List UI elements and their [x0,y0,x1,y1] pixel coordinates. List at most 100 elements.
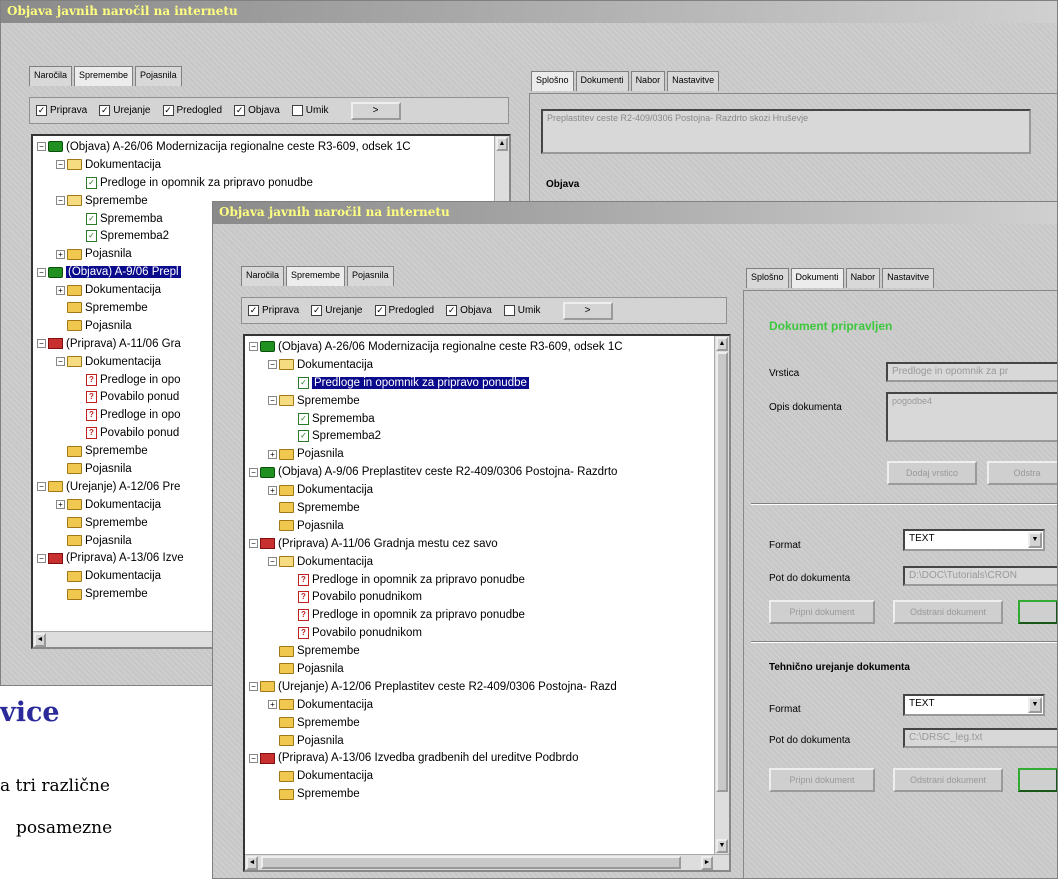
checkbox-urejanje-box[interactable]: ✓ [99,105,111,116]
tree-node[interactable]: Pojasnila [249,732,623,750]
tab-splosno[interactable]: Splošno [746,268,789,288]
scroll-right-arrow[interactable]: ► [701,856,713,870]
tree-node[interactable]: ✓ Predloge in opomnik za pripravo ponudbe [37,174,411,192]
check-objava[interactable]: ✓ Objava [446,305,492,316]
tab-pojasnila[interactable]: Pojasnila [135,66,182,86]
collapse-icon[interactable]: − [268,557,277,567]
collapse-icon[interactable]: − [37,339,46,349]
check-priprava[interactable]: ✓ Priprava [36,105,87,116]
checkbox-objava-box[interactable]: ✓ [446,305,458,316]
collapse-icon[interactable]: − [268,396,277,406]
tree-node[interactable]: + Dokumentacija [249,481,623,499]
scroll-left-arrow[interactable]: ◄ [246,856,258,870]
pot2-field[interactable]: C:\DRSC_leg.txt [903,728,1057,748]
front-vscroll[interactable]: ▲ ▼ [714,336,729,854]
collapse-icon[interactable]: − [37,267,46,277]
tree-node[interactable]: Spremembe [249,785,623,803]
front-hscroll[interactable]: ◄ ► [245,854,729,870]
extra-action-button[interactable] [1018,600,1057,624]
tree-node[interactable]: Pojasnila [249,660,623,678]
check-objava[interactable]: ✓ Objava [234,105,280,116]
h-scroll-thumb[interactable] [261,856,681,869]
collapse-icon[interactable]: − [56,160,65,170]
expand-icon[interactable]: + [56,500,65,510]
extra-action-2-button[interactable] [1018,768,1057,792]
odstrani-dokument-button[interactable]: Odstrani dokument [893,600,1003,624]
chevron-down-icon[interactable]: ▼ [1028,532,1042,548]
expand-icon[interactable]: + [268,700,277,710]
format2-select[interactable]: TEXT ▼ [903,694,1045,716]
tree-node[interactable]: Dokumentacija [249,767,623,785]
check-urejanje[interactable]: ✓ Urejanje [311,305,363,316]
check-umik[interactable]: Umik [503,305,541,316]
collapse-icon[interactable]: − [249,539,258,549]
tree-node[interactable]: ? Predloge in opomnik za pripravo ponudbe [249,606,623,624]
expand-icon[interactable]: + [56,285,65,295]
tree-node[interactable]: Spremembe [249,642,623,660]
collapse-icon[interactable]: − [249,682,258,692]
collapse-icon[interactable]: − [56,357,65,367]
tree-node[interactable]: − (Objava) A-26/06 Modernizacija regional… [37,138,411,156]
checkbox-umik-box[interactable] [291,105,303,116]
tree-node[interactable]: − Spremembe [249,392,623,410]
go-button[interactable]: > [562,301,613,320]
odstrani-vrstico-button[interactable]: Odstra [987,461,1057,485]
collapse-icon[interactable]: − [37,142,46,152]
front-tree[interactable]: − (Objava) A-26/06 Modernizacija regional… [243,334,731,872]
go-button[interactable]: > [350,101,401,120]
expand-icon[interactable]: + [56,249,65,259]
tree-node[interactable]: − (Objava) A-26/06 Modernizacija regional… [249,338,623,356]
tree-node[interactable]: ✓ Predloge in opomnik za pripravo ponudbe [249,374,623,392]
odstrani-dokument-2-button[interactable]: Odstrani dokument [893,768,1003,792]
scroll-thumb[interactable] [716,352,728,792]
scroll-down-arrow[interactable]: ▼ [716,839,728,853]
tab-nabor[interactable]: Nabor [845,268,881,288]
tab-narocila[interactable]: Naročila [241,266,285,286]
collapse-icon[interactable]: − [249,467,258,477]
tab-spremembe[interactable]: Spremembe [286,266,346,286]
checkbox-priprava-box[interactable]: ✓ [248,305,259,316]
check-priprava[interactable]: ✓ Priprava [248,305,299,316]
checkbox-priprava-box[interactable]: ✓ [36,105,47,116]
format-select[interactable]: TEXT ▼ [903,529,1045,551]
vrstica-field[interactable]: Predloge in opomnik za pr [886,362,1057,382]
back-description-field[interactable]: Preplastitev ceste R2-409/0306 Postojna-… [541,109,1031,154]
tree-node[interactable]: ? Povabilo ponudnikom [249,588,623,606]
collapse-icon[interactable]: − [249,753,258,763]
tree-node[interactable]: + Dokumentacija [249,696,623,714]
tab-nastavitve[interactable]: Nastavitve [667,71,720,91]
tree-node[interactable]: ✓ Sprememba2 [249,427,623,445]
collapse-icon[interactable]: − [249,342,258,352]
collapse-icon[interactable]: − [37,553,46,563]
tree-node[interactable]: ✓ Sprememba [249,410,623,428]
tab-dokumenti[interactable]: Dokumenti [790,268,844,288]
tree-node[interactable]: + Pojasnila [249,445,623,463]
pripni-dokument-button[interactable]: Pripni dokument [769,600,875,624]
chevron-down-icon[interactable]: ▼ [1028,697,1042,713]
tree-node[interactable]: Spremembe [249,499,623,517]
tree-node[interactable]: − Dokumentacija [37,156,411,174]
expand-icon[interactable]: + [268,485,277,495]
tree-node[interactable]: − Dokumentacija [249,553,623,571]
pot-field[interactable]: D:\DOC\Tutorials\CRON [903,566,1057,586]
tree-node[interactable]: ? Povabilo ponudnikom [249,624,623,642]
tree-node[interactable]: − (Priprava) A-11/06 Gradnja mestu cez sa… [249,535,623,553]
tab-spremembe[interactable]: Spremembe [74,66,134,86]
tree-node[interactable]: Pojasnila [249,517,623,535]
tree-node[interactable]: − (Urejanje) A-12/06 Preplastitev ceste R… [249,678,623,696]
scroll-left-arrow[interactable]: ◄ [34,633,46,647]
tree-node[interactable]: − (Priprava) A-13/06 Izvedba gradbenih de… [249,749,623,767]
scroll-up-arrow[interactable]: ▲ [496,137,508,151]
expand-icon[interactable]: + [268,449,277,459]
scroll-up-arrow[interactable]: ▲ [716,337,728,351]
check-umik[interactable]: Umik [291,105,329,116]
tab-narocila[interactable]: Naročila [29,66,73,86]
pripni-dokument-2-button[interactable]: Pripni dokument [769,768,875,792]
tab-nastavitve[interactable]: Nastavitve [882,268,935,288]
check-urejanje[interactable]: ✓ Urejanje [99,105,151,116]
tab-nabor[interactable]: Nabor [630,71,666,91]
tree-node[interactable]: Spremembe [249,714,623,732]
tree-node[interactable]: ? Predloge in opomnik za pripravo ponudbe [249,571,623,589]
checkbox-predogled-box[interactable]: ✓ [374,305,386,316]
tab-splosno[interactable]: Splošno [531,71,574,91]
